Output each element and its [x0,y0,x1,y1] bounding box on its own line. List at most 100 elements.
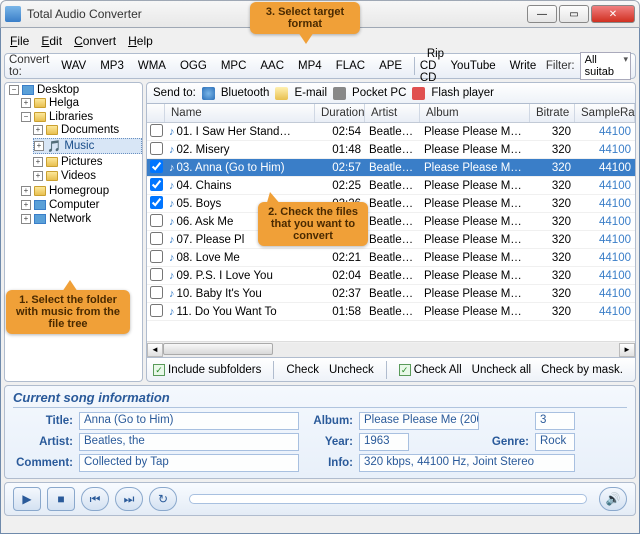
menu-file[interactable]: File [10,34,29,48]
row-checkbox[interactable] [150,214,163,227]
scroll-left-arrow[interactable]: ◄ [147,343,163,357]
volume-button[interactable]: 🔊 [599,487,627,511]
table-row[interactable]: ♪03. Anna (Go to Him)02:57Beatles…Please… [147,159,635,177]
table-row[interactable]: ♪06. Ask Me02:26Beatles…Please Please Me… [147,213,635,231]
album-field[interactable]: Please Please Me (2009 Stereo [359,412,479,430]
filter-label: Filter: [546,60,575,72]
comment-label: Comment: [13,457,73,469]
table-row[interactable]: ♪10. Baby It's You02:37Beatles…Please Pl… [147,285,635,303]
table-row[interactable]: ♪07. Please Pl02:00Beatles…Please Please… [147,231,635,249]
genre-label: Genre: [485,436,529,448]
table-row[interactable]: ♪04. Chains02:25Beatles…Please Please Me… [147,177,635,195]
title-field[interactable]: Anna (Go to Him) [79,412,299,430]
row-checkbox[interactable] [150,196,163,209]
file-list-header[interactable]: Name Duration Artist Album Bitrate Sampl… [147,104,635,123]
repeat-button[interactable]: ↻ [149,487,177,511]
music-note-icon: ♪ [169,234,175,246]
send-bluetooth[interactable]: Bluetooth [221,87,270,99]
close-button[interactable]: ✕ [591,5,635,23]
menu-help[interactable]: Help [128,34,153,48]
format-mp4[interactable]: MP4 [291,57,329,75]
file-list[interactable]: Name Duration Artist Album Bitrate Sampl… [146,104,636,358]
format-wma[interactable]: WMA [131,57,173,75]
album-label: Album: [305,415,353,427]
row-checkbox[interactable] [150,304,163,317]
table-row[interactable]: ♪08. Love Me02:21Beatles…Please Please M… [147,249,635,267]
format-ape[interactable]: APE [372,57,409,75]
send-email[interactable]: E-mail [294,87,327,99]
row-checkbox[interactable] [150,142,163,155]
format-mp3[interactable]: MP3 [93,57,131,75]
row-checkbox[interactable] [150,124,163,137]
song-info-heading: Current song information [13,390,627,408]
song-info-panel: Current song information Title: Anna (Go… [4,385,636,479]
maximize-button[interactable]: ▭ [559,5,589,23]
table-row[interactable]: ♪11. Do You Want To01:58Beatles…Please P… [147,303,635,321]
track-field[interactable]: 3 [535,412,575,430]
format-aac[interactable]: AAC [253,57,291,75]
row-checkbox[interactable] [150,232,163,245]
table-row[interactable]: ♪09. P.S. I Love You02:04Beatles…Please … [147,267,635,285]
col-name[interactable]: Name [165,104,315,122]
music-note-icon: ♪ [169,288,175,300]
col-bitrate[interactable]: Bitrate [530,104,575,122]
stop-button[interactable]: ■ [47,487,75,511]
menu-edit[interactable]: Edit [41,34,62,48]
menu-convert[interactable]: Convert [74,34,116,48]
callout-check-files: 2. Check the files that you want to conv… [258,202,368,246]
music-note-icon: ♪ [169,306,175,318]
include-subfolders-toggle[interactable]: ✓Include subfolders [153,364,261,376]
callout-select-folder: 1. Select the folder with music from the… [6,290,130,334]
music-note-icon: ♪ [169,216,175,228]
music-note-icon: ♪ [169,270,175,282]
music-note-icon: ♪ [169,162,175,174]
toolbar-youtube[interactable]: YouTube [443,57,502,75]
table-row[interactable]: ♪05. Boys02:26Beatles…Please Please Me …… [147,195,635,213]
format-wav[interactable]: WAV [54,57,93,75]
folder-tree[interactable]: −Desktop +Helga −Libraries +Documents +🎵… [4,82,143,382]
comment-field[interactable]: Collected by Tap [79,454,299,472]
prev-button[interactable]: ⏮ [81,487,109,511]
send-pocketpc[interactable]: Pocket PC [352,87,406,99]
music-note-icon: ♪ [169,126,175,138]
table-row[interactable]: ♪01. I Saw Her Stand…02:54Beatles…Please… [147,123,635,141]
play-button[interactable]: ▶ [13,487,41,511]
year-field[interactable]: 1963 [359,433,409,451]
col-samplerate[interactable]: SampleRate [575,104,635,122]
menubar: File Edit Convert Help [4,31,636,51]
genre-field[interactable]: Rock [535,433,575,451]
music-icon: 🎵 [47,139,61,153]
minimize-button[interactable]: — [527,5,557,23]
send-flash[interactable]: Flash player [431,87,494,99]
uncheck-button[interactable]: Uncheck [329,364,374,376]
row-checkbox[interactable] [150,250,163,263]
scroll-thumb[interactable] [163,343,273,355]
col-album[interactable]: Album [420,104,530,122]
uncheck-all-button[interactable]: Uncheck all [472,364,531,376]
check-all-button[interactable]: ✓Check All [399,364,462,376]
format-flac[interactable]: FLAC [329,57,372,75]
table-row[interactable]: ♪02. Misery01:48Beatles…Please Please Me… [147,141,635,159]
row-checkbox[interactable] [150,178,163,191]
info-field: 320 kbps, 44100 Hz, Joint Stereo [359,454,575,472]
scroll-right-arrow[interactable]: ► [619,343,635,357]
next-button[interactable]: ⏭ [115,487,143,511]
horizontal-scrollbar[interactable]: ◄ ► [147,341,635,357]
bluetooth-icon [202,87,215,100]
info-label: Info: [305,457,353,469]
progress-bar[interactable] [189,494,587,504]
player-bar: ▶ ■ ⏮ ⏭ ↻ 🔊 [4,482,636,516]
row-checkbox[interactable] [150,286,163,299]
check-by-mask-button[interactable]: Check by mask. [541,364,623,376]
format-mpc[interactable]: MPC [214,57,254,75]
send-to-label: Send to: [153,87,196,99]
col-artist[interactable]: Artist [365,104,420,122]
check-button[interactable]: Check [286,364,319,376]
col-duration[interactable]: Duration [315,104,365,122]
row-checkbox[interactable] [150,160,163,173]
artist-label: Artist: [13,436,73,448]
artist-field[interactable]: Beatles, the [79,433,299,451]
row-checkbox[interactable] [150,268,163,281]
filter-dropdown[interactable]: All suitab [580,52,631,80]
format-ogg[interactable]: OGG [173,57,214,75]
